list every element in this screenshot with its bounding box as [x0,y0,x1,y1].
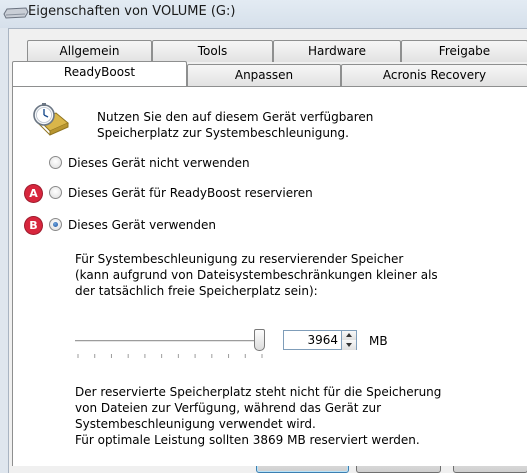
readyboost-panel: Nutzen Sie den auf diesem Gerät verfügba… [12,86,527,466]
radio-circle[interactable] [49,218,62,231]
radio-circle[interactable] [49,186,62,199]
drive-icon [3,7,29,19]
radio-label[interactable]: Dieses Gerät verwenden [68,217,216,233]
tab-anpassen[interactable]: Anpassen [187,64,341,86]
arrow-down-icon [346,343,352,347]
tab-hardware[interactable]: Hardware [273,40,401,62]
radio-circle[interactable] [49,156,62,169]
tab-tools[interactable]: Tools [152,40,273,62]
slider-ticks [77,354,263,358]
reserve-label-line-2: (kann aufgrund von Dateisystembeschränku… [75,268,438,282]
title-bar[interactable]: Eigenschaften von VOLUME (G:) [0,0,527,28]
reserve-label-line-3: der tatsächlich freie Speicherplatz sein… [75,284,318,298]
note-line-1: Der reservierte Speicherplatz steht nich… [75,385,442,399]
reserve-slider-thumb[interactable] [254,329,265,351]
intro-text-line-2: Speicherplatz zur Systembeschleunigung. [97,126,349,140]
radio-label[interactable]: Dieses Gerät nicht verwenden [68,155,250,171]
tab-allgemein[interactable]: Allgemein [27,40,152,62]
callout-badge-b: B [25,217,42,234]
reserve-label-line-1: Für Systembeschleunigung zu reservierend… [75,252,404,266]
properties-window: Eigenschaften von VOLUME (G:) Allgemein … [0,0,527,473]
arrow-up-icon [346,333,352,337]
spin-down-button[interactable] [342,340,356,350]
tab-freigabe[interactable]: Freigabe [401,40,527,62]
note-line-4: Für optimale Leistung sollten 3869 MB re… [75,433,420,447]
dialog-client: Allgemein Tools Hardware Freigabe ReadyB… [8,28,527,473]
callout-badge-a: A [25,185,42,202]
radio-label[interactable]: Dieses Gerät für ReadyBoost reservieren [68,185,313,201]
reserve-unit-label: MB [369,334,388,348]
readyboost-icon [33,103,69,136]
note-line-2: von Dateien zur Verfügung, während das G… [75,401,382,415]
reserve-size-input[interactable]: 3964 [283,330,342,350]
note-line-3: Systembeschleunigung verwendet wird. [75,417,316,431]
tab-readyboost[interactable]: ReadyBoost [12,61,187,86]
reserve-slider-track[interactable] [75,340,265,343]
spin-up-button[interactable] [342,331,356,340]
tab-acronis-recovery[interactable]: Acronis Recovery [341,64,527,86]
intro-text-line-1: Nutzen Sie den auf diesem Gerät verfügba… [97,110,374,124]
window-title: Eigenschaften von VOLUME (G:) [28,4,236,19]
radio-selected-dot [53,222,58,227]
reserve-size-spinner[interactable] [342,330,357,350]
